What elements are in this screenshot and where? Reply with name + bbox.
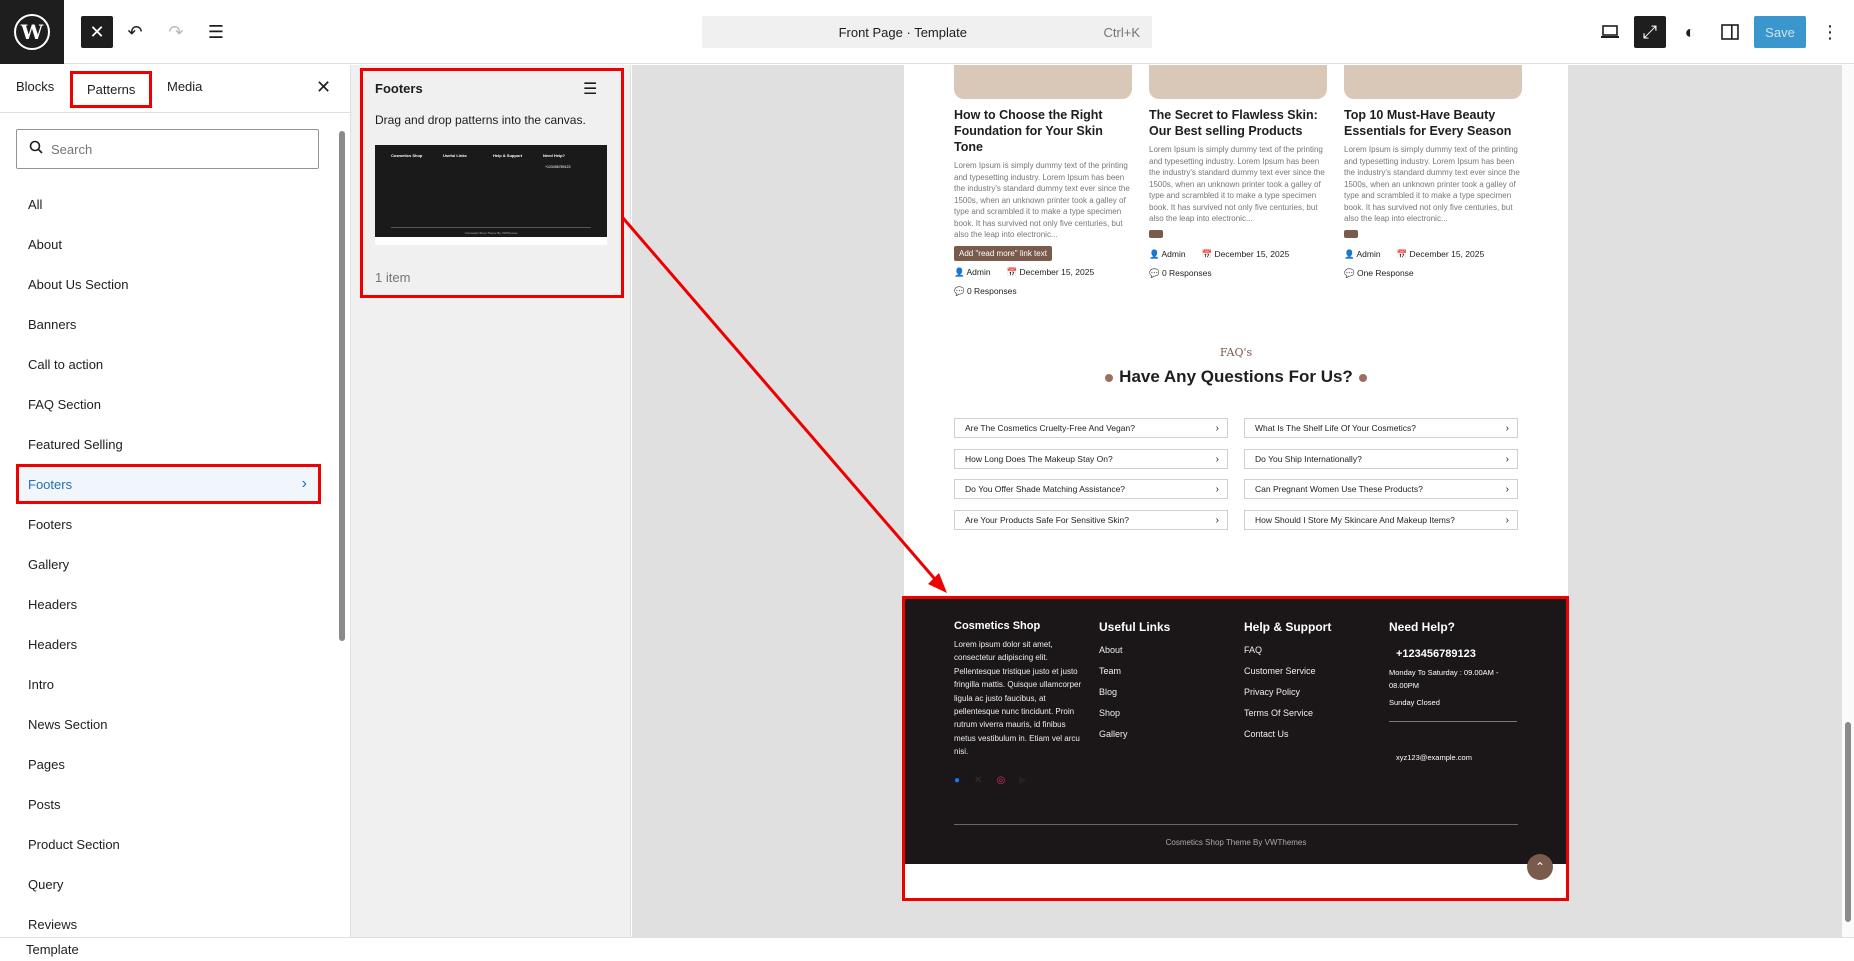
status-bar: Template xyxy=(0,937,1854,961)
canvas-scrollbar[interactable] xyxy=(1845,722,1851,922)
breadcrumb-template[interactable]: Template xyxy=(26,942,79,957)
annotation-arrow xyxy=(621,217,947,593)
